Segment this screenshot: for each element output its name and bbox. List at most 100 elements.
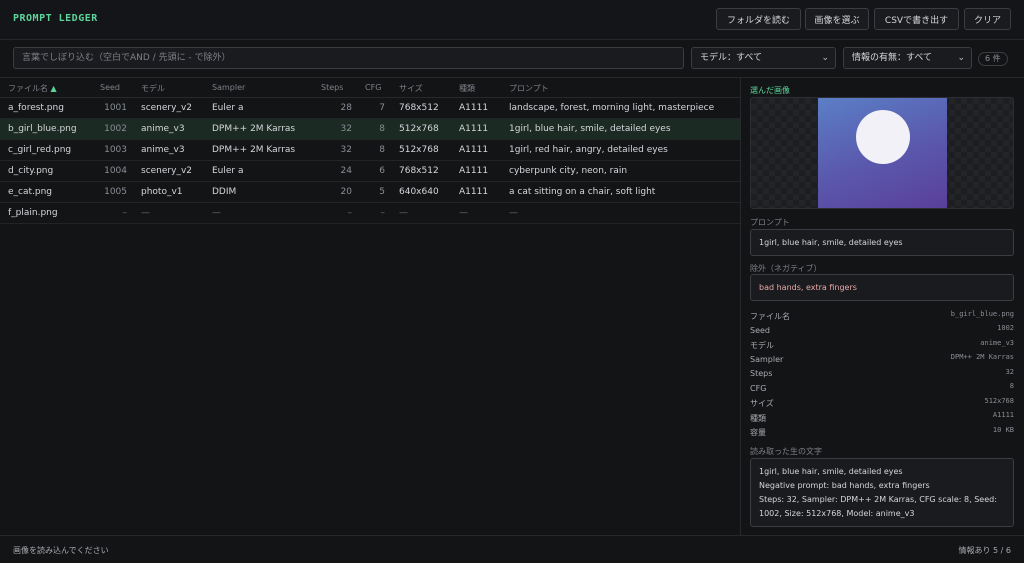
- cell-size: 512x768: [399, 124, 439, 134]
- meta-key: 種類: [750, 414, 766, 423]
- meta-value: A1111: [992, 411, 1014, 419]
- meta-value: 10 KB: [992, 426, 1014, 434]
- meta-value: 32: [1005, 368, 1014, 376]
- header-kind[interactable]: 種類: [459, 83, 475, 94]
- meta-key: モデル: [750, 341, 774, 350]
- table-row[interactable]: d_city.png 1004 scenery_v2 Euler a 24 6 …: [0, 161, 740, 182]
- meta-key: Sampler: [750, 355, 784, 364]
- raw-text-label: 読み取った生の文字: [750, 447, 822, 456]
- table-header: ファイル名 ▲ Seed モデル Sampler Steps CFG サイズ 種…: [0, 78, 740, 98]
- prompt-label: プロンプト: [750, 218, 790, 227]
- raw-line: 1girl, blue hair, smile, detailed eyes: [759, 467, 903, 476]
- clear-button[interactable]: クリア: [964, 8, 1011, 30]
- cell-model: anime_v3: [141, 124, 185, 134]
- cell-kind: A1111: [459, 166, 489, 176]
- cell-file: e_cat.png: [8, 187, 53, 197]
- header-file[interactable]: ファイル名 ▲: [8, 83, 57, 94]
- cell-prompt: cyberpunk city, neon, rain: [509, 166, 628, 176]
- cell-cfg: 8: [379, 145, 385, 155]
- table-row[interactable]: e_cat.png 1005 photo_v1 DDIM 20 5 640x64…: [0, 182, 740, 203]
- preview-image: [818, 98, 947, 208]
- cell-file: c_girl_red.png: [8, 145, 72, 155]
- search-input[interactable]: 言葉でしぼり込む（空白でAND / 先頭に - で除外）: [13, 47, 684, 69]
- raw-line: Negative prompt: bad hands, extra finger…: [759, 481, 930, 490]
- cell-cfg: 6: [379, 166, 385, 176]
- meta-value: 8: [1009, 382, 1014, 390]
- cell-sampler: —: [212, 208, 221, 218]
- cell-prompt: a cat sitting on a chair, soft light: [509, 187, 656, 197]
- header-steps[interactable]: Steps: [321, 83, 343, 92]
- cell-model: —: [141, 208, 150, 218]
- cell-cfg: 7: [379, 103, 385, 113]
- header-prompt[interactable]: プロンプト: [509, 83, 549, 94]
- header-seed[interactable]: Seed: [100, 83, 120, 92]
- meta-value: DPM++ 2M Karras: [950, 353, 1014, 361]
- load-folder-button[interactable]: フォルダを読む: [716, 8, 801, 30]
- cell-cfg: 5: [379, 187, 385, 197]
- image-table: ファイル名 ▲ Seed モデル Sampler Steps CFG サイズ 種…: [0, 78, 740, 224]
- cell-file: d_city.png: [8, 166, 54, 176]
- sort-asc-icon: ▲: [50, 84, 57, 93]
- cell-size: 768x512: [399, 166, 439, 176]
- cell-size: 640x640: [399, 187, 439, 197]
- cell-prompt: 1girl, red hair, angry, detailed eyes: [509, 145, 668, 155]
- cell-file: f_plain.png: [8, 208, 58, 218]
- app-header: PROMPT LEDGER フォルダを読む 画像を選ぶ CSVで書き出す クリア: [0, 0, 1024, 40]
- header-model[interactable]: モデル: [141, 83, 165, 94]
- cell-model: photo_v1: [141, 187, 183, 197]
- cell-seed: 1003: [104, 145, 127, 155]
- chevron-down-icon: ⌄: [957, 53, 965, 63]
- cell-steps: 32: [340, 124, 352, 134]
- info-select[interactable]: 情報の有無：すべて ⌄: [843, 47, 972, 69]
- cell-kind: A1111: [459, 145, 489, 155]
- cell-sampler: Euler a: [212, 166, 244, 176]
- meta-value: anime_v3: [980, 339, 1014, 347]
- negative-label: 除外（ネガティブ）: [750, 264, 822, 273]
- meta-key: 容量: [750, 428, 766, 437]
- cell-steps: 24: [340, 166, 352, 176]
- cell-seed: 1004: [104, 166, 127, 176]
- filter-bar: 言葉でしぼり込む（空白でAND / 先頭に - で除外） モデル：すべて ⌄ 情…: [0, 40, 1024, 78]
- app-title: PROMPT LEDGER: [13, 13, 98, 24]
- meta-value: b_girl_blue.png: [950, 310, 1014, 318]
- cell-steps: 28: [340, 103, 352, 113]
- cell-prompt: landscape, forest, morning light, master…: [509, 103, 715, 113]
- cell-prompt: 1girl, blue hair, smile, detailed eyes: [509, 124, 671, 134]
- header-cfg[interactable]: CFG: [365, 83, 381, 92]
- meta-key: Steps: [750, 369, 773, 378]
- header-sampler[interactable]: Sampler: [212, 83, 245, 92]
- cell-steps: 20: [340, 187, 352, 197]
- selected-image-label: 選んだ画像: [750, 86, 790, 95]
- table-row-selected[interactable]: b_girl_blue.png 1002 anime_v3 DPM++ 2M K…: [0, 119, 740, 140]
- negative-prompt-box: bad hands, extra fingers: [750, 274, 1014, 301]
- cell-model: anime_v3: [141, 145, 185, 155]
- cell-file: b_girl_blue.png: [8, 124, 77, 134]
- table-row[interactable]: f_plain.png – — — – – — — —: [0, 203, 740, 224]
- meta-key: ファイル名: [750, 312, 790, 321]
- table-row[interactable]: c_girl_red.png 1003 anime_v3 DPM++ 2M Ka…: [0, 140, 740, 161]
- cell-model: scenery_v2: [141, 103, 192, 113]
- header-size[interactable]: サイズ: [399, 83, 423, 94]
- meta-key: Seed: [750, 326, 770, 335]
- info-count-status: 情報あり 5 / 6: [958, 546, 1011, 555]
- select-image-button[interactable]: 画像を選ぶ: [805, 8, 869, 30]
- meta-value: 512x768: [984, 397, 1014, 405]
- image-preview: [750, 97, 1014, 209]
- cell-kind: A1111: [459, 103, 489, 113]
- cell-sampler: DDIM: [212, 187, 237, 197]
- cell-kind: —: [459, 208, 468, 218]
- cell-seed: 1001: [104, 103, 127, 113]
- cell-seed: –: [122, 208, 128, 218]
- meta-key: CFG: [750, 384, 767, 393]
- export-csv-button[interactable]: CSVで書き出す: [874, 8, 959, 30]
- cell-seed: 1005: [104, 187, 127, 197]
- cell-kind: A1111: [459, 124, 489, 134]
- cell-size: —: [399, 208, 408, 218]
- moon-shape: [856, 110, 910, 164]
- info-select-value: 情報の有無：すべて: [852, 53, 933, 63]
- prompt-box: 1girl, blue hair, smile, detailed eyes: [750, 229, 1014, 256]
- model-select[interactable]: モデル：すべて ⌄: [691, 47, 836, 69]
- table-row[interactable]: a_forest.png 1001 scenery_v2 Euler a 28 …: [0, 98, 740, 119]
- cell-steps: –: [347, 208, 353, 218]
- meta-value: 1002: [997, 324, 1014, 332]
